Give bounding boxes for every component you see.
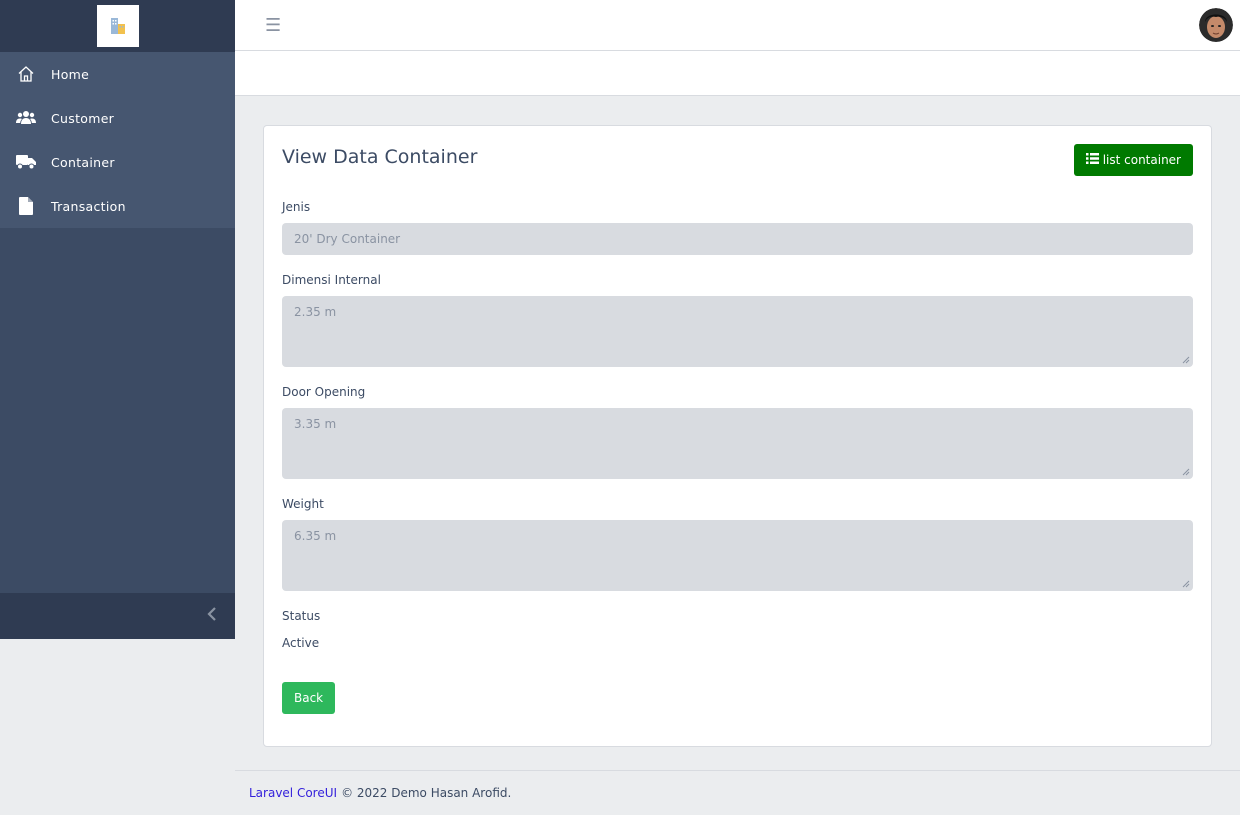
resize-grip-icon[interactable] (1182, 468, 1190, 476)
status-label: Status (282, 609, 321, 623)
weight-field[interactable]: 6.35 m (282, 520, 1193, 591)
user-avatar[interactable] (1199, 8, 1233, 42)
page-title: View Data Container (282, 146, 478, 168)
door-opening-field[interactable]: 3.35 m (282, 408, 1193, 479)
resize-grip-icon[interactable] (1182, 356, 1190, 364)
dimensi-internal-label: Dimensi Internal (282, 273, 381, 287)
resize-grip-icon[interactable] (1182, 580, 1190, 588)
footer-link[interactable]: Laravel CoreUI (249, 786, 337, 800)
users-icon (16, 108, 36, 128)
sidebar-nav: Home Customer Container Transaction (0, 52, 235, 228)
dimensi-internal-field[interactable]: 2.35 m (282, 296, 1193, 367)
hamburger-icon[interactable]: ☰ (265, 15, 281, 36)
truck-icon (16, 152, 36, 172)
footer: Laravel CoreUI © 2022 Demo Hasan Arofid. (235, 770, 1240, 815)
status-value: Active (282, 636, 320, 650)
sidebar-minimizer[interactable] (0, 593, 235, 639)
building-logo-icon[interactable] (96, 5, 139, 47)
list-icon (1085, 153, 1099, 167)
dimensi-internal-value: 2.35 m (294, 305, 337, 319)
sidebar-item-label: Customer (51, 110, 115, 126)
top-header: ☰ (235, 0, 1240, 51)
sidebar-item-label: Transaction (51, 198, 126, 214)
sidebar-item-customer[interactable]: Customer (0, 96, 235, 140)
file-icon (16, 196, 36, 216)
sidebar-item-label: Container (51, 154, 115, 170)
door-opening-label: Door Opening (282, 385, 366, 399)
back-button[interactable]: Back (282, 682, 336, 714)
jenis-label: Jenis (282, 200, 311, 214)
list-container-button-label: list container (1102, 153, 1181, 167)
sidebar-item-home[interactable]: Home (0, 52, 235, 96)
list-container-button[interactable]: list container (1073, 144, 1193, 176)
sidebar-item-container[interactable]: Container (0, 140, 235, 184)
sidebar-brand[interactable] (0, 0, 235, 52)
sidebar: Home Customer Container Transaction (0, 0, 235, 639)
sidebar-item-transaction[interactable]: Transaction (0, 184, 235, 228)
door-opening-value: 3.35 m (294, 417, 337, 431)
jenis-field[interactable]: 20' Dry Container (282, 223, 1193, 255)
footer-text: © 2022 Demo Hasan Arofid. (341, 786, 512, 800)
weight-label: Weight (282, 497, 324, 511)
weight-value: 6.35 m (294, 529, 337, 543)
subheader-bar (235, 51, 1240, 96)
sidebar-item-label: Home (51, 66, 90, 82)
chevron-left-icon[interactable] (207, 607, 217, 625)
view-container-card: View Data Container list container Jenis… (263, 125, 1212, 747)
home-icon (16, 64, 36, 84)
